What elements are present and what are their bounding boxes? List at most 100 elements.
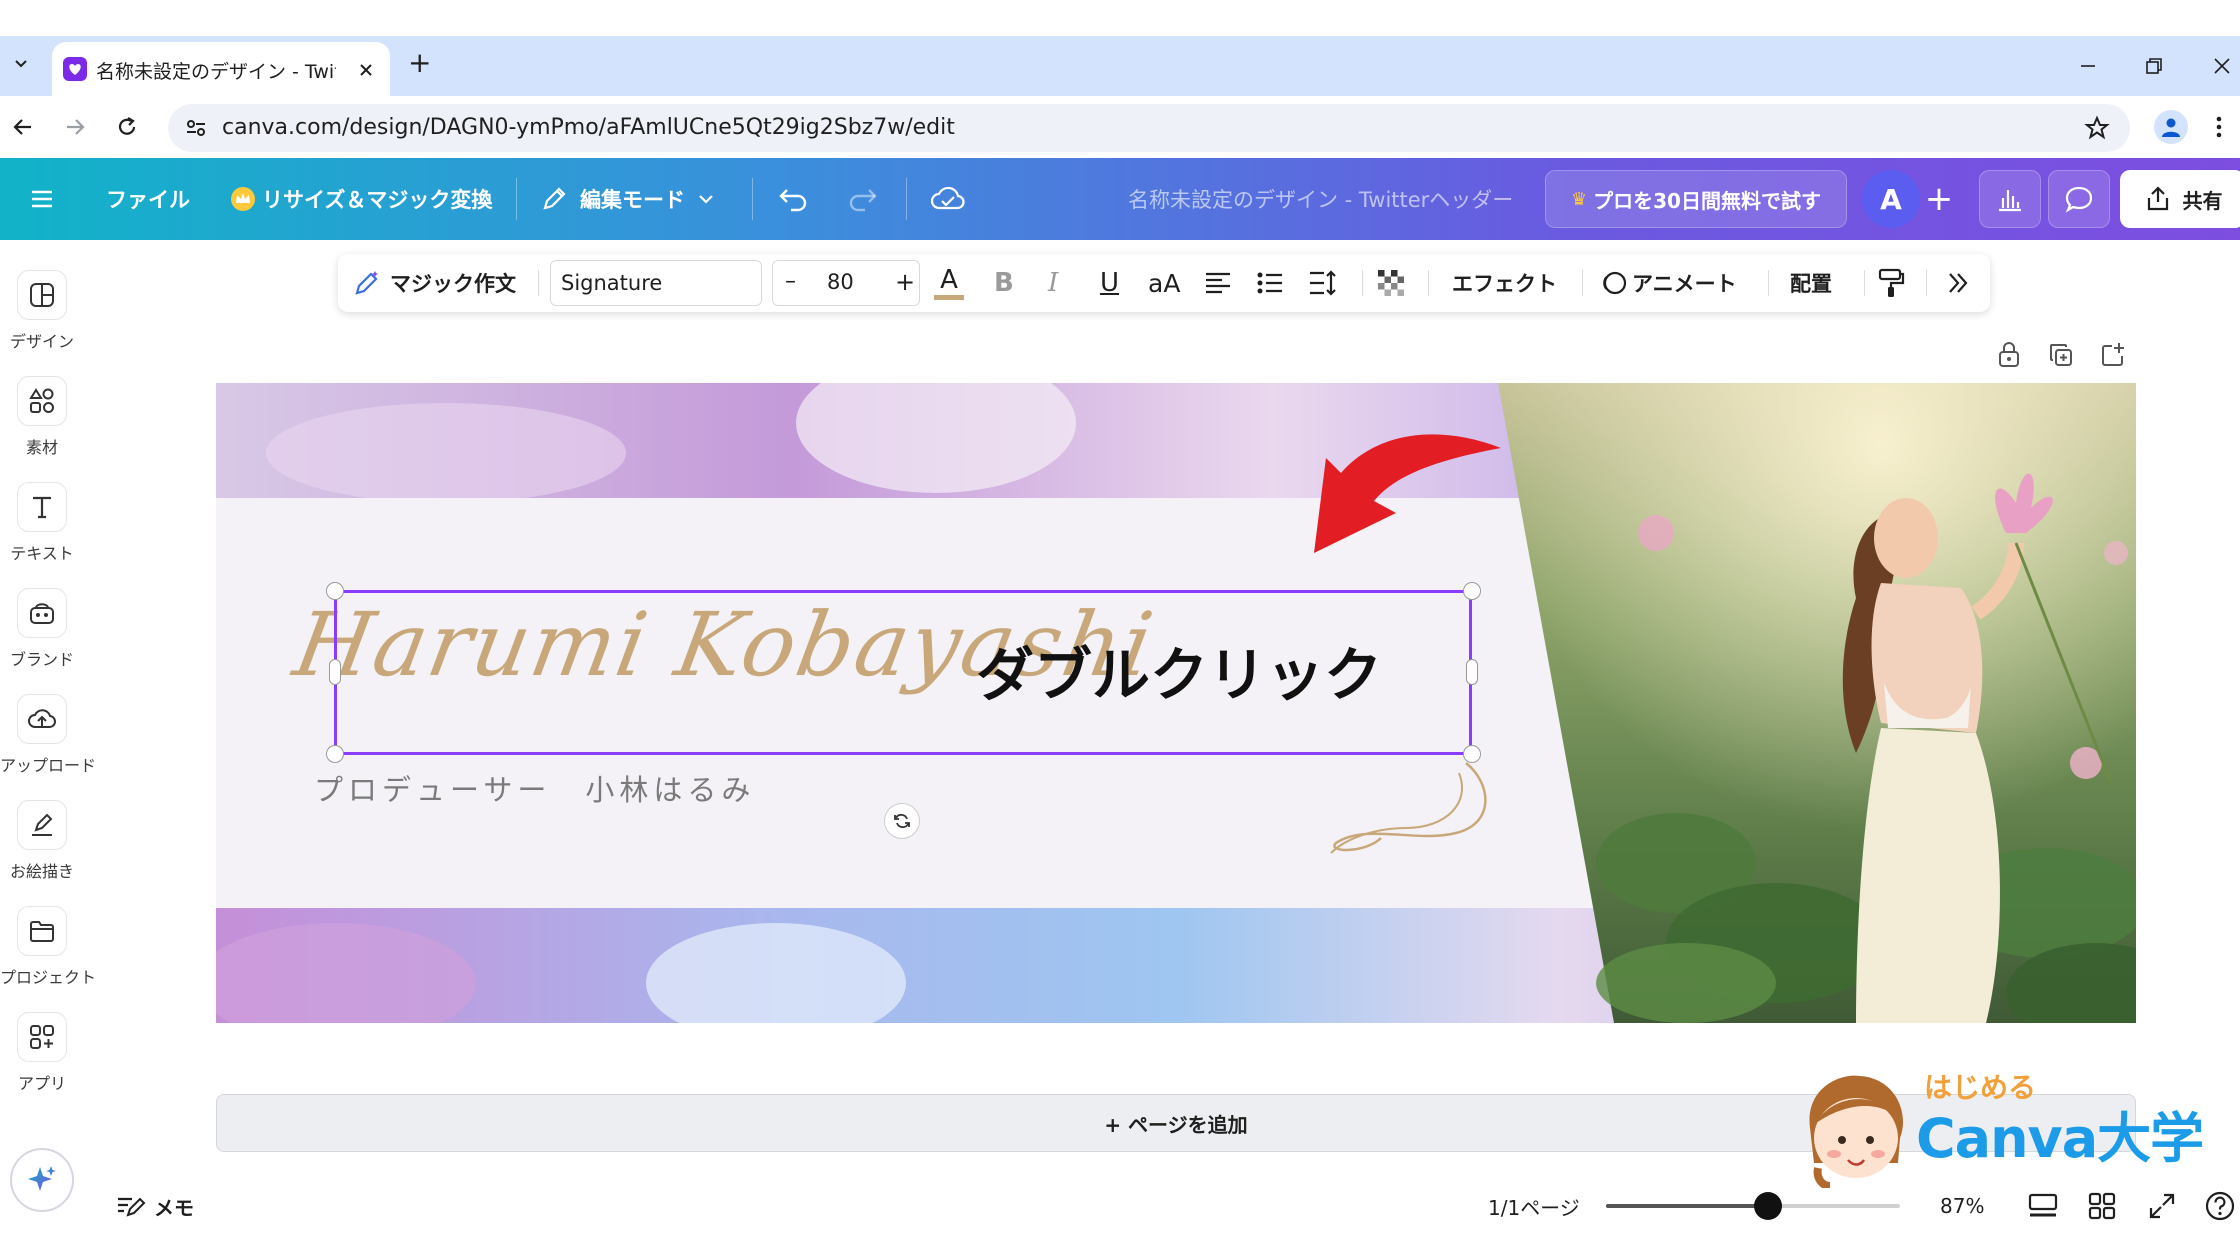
font-size-increase-button[interactable]: + <box>895 268 915 296</box>
new-tab-button[interactable]: + <box>408 46 431 79</box>
text-color-button[interactable]: A <box>934 254 964 312</box>
draw-icon <box>17 800 67 850</box>
zoom-slider-track[interactable] <box>1606 1192 1900 1220</box>
close-icon[interactable] <box>358 62 374 78</box>
magic-write-button[interactable]: マジック作文 <box>352 254 516 312</box>
toolbar-divider <box>1864 270 1865 296</box>
notes-button[interactable]: メモ <box>116 1186 194 1226</box>
share-label: 共有 <box>2182 188 2223 213</box>
undo-button[interactable] <box>776 158 810 240</box>
rail-item-draw[interactable]: お絵描き <box>0 800 84 900</box>
rail-item-elements[interactable]: 素材 <box>0 376 84 476</box>
rotate-handle[interactable] <box>884 803 920 839</box>
main-menu-button[interactable] <box>28 158 56 240</box>
file-menu-button[interactable]: ファイル <box>106 158 190 240</box>
help-button[interactable] <box>2204 1186 2236 1226</box>
reload-icon[interactable] <box>114 114 140 140</box>
position-button[interactable]: 配置 <box>1790 254 1832 312</box>
rail-item-design[interactable]: デザイン <box>0 270 84 370</box>
animate-label: アニメート <box>1632 272 1737 296</box>
window-close-icon[interactable] <box>2212 56 2232 76</box>
profile-icon[interactable] <box>2154 110 2188 144</box>
copy-style-button[interactable] <box>1876 254 1906 312</box>
document-title[interactable]: 名称未設定のデザイン - Twitterヘッダー <box>1128 158 1513 240</box>
font-size-decrease-button[interactable]: – <box>785 269 796 294</box>
resize-handle-bottom-right[interactable] <box>1463 745 1481 763</box>
grid-view-icon <box>2088 1192 2116 1220</box>
kebab-menu-icon[interactable] <box>2214 114 2224 140</box>
redo-button[interactable] <box>846 158 880 240</box>
bar-chart-icon <box>1999 190 2021 212</box>
rail-label: お絵描き <box>9 862 74 881</box>
transparency-button[interactable] <box>1376 254 1406 312</box>
text-color-label: A <box>940 264 958 295</box>
text-align-button[interactable] <box>1204 254 1232 312</box>
resize-magic-button[interactable]: リサイズ＆マジック変換 <box>230 158 492 240</box>
subtitle-text[interactable]: プロデューサー 小林はるみ <box>314 767 755 809</box>
resize-handle-right[interactable] <box>1466 659 1478 685</box>
spacing-button[interactable] <box>1308 254 1338 312</box>
bold-button[interactable]: B <box>994 254 1014 312</box>
grid-view-button[interactable] <box>2088 1186 2116 1226</box>
more-options-button[interactable] <box>1944 254 1972 312</box>
design-canvas[interactable]: Harumi Kobayashi プロデューサー 小林はるみ ダブルクリック <box>216 383 2136 1023</box>
animate-circle-icon <box>1603 271 1627 295</box>
crown-icon: ♛ <box>1571 188 1588 210</box>
lock-icon[interactable] <box>1996 340 2022 368</box>
double-chevron-right-icon <box>1949 273 1968 293</box>
notes-pen-icon <box>118 1197 146 1217</box>
browser-tab[interactable]: 名称未設定のデザイン - Twitterヘ <box>52 42 390 96</box>
site-settings-icon[interactable] <box>184 116 208 140</box>
transparency-checker-icon <box>1378 270 1404 296</box>
left-side-rail: デザイン 素材 テキスト ブランド アップロード お絵描き プロジェクト アプリ <box>0 240 96 1240</box>
comment-button[interactable] <box>2048 170 2110 228</box>
font-size-value[interactable]: 80 <box>827 270 854 294</box>
zoom-level[interactable]: 87% <box>1940 1186 1984 1226</box>
browser-address-bar: canva.com/design/DAGN0-ymPmo/aFAmlUCne5Q… <box>0 96 2240 158</box>
crown-icon <box>231 187 255 211</box>
resize-handle-bottom-left[interactable] <box>326 745 344 763</box>
back-arrow-icon[interactable] <box>10 114 36 140</box>
resize-handle-left[interactable] <box>329 659 341 685</box>
minimize-icon[interactable] <box>2078 56 2098 76</box>
pro-trial-button[interactable]: ♛ プロを30日間無料で試す <box>1545 170 1847 228</box>
thumbnail-view-button[interactable] <box>2028 1186 2058 1226</box>
resize-handle-top-right[interactable] <box>1463 582 1481 600</box>
save-status-button[interactable] <box>930 158 966 240</box>
bookmark-star-icon[interactable] <box>2084 115 2110 141</box>
url-text[interactable]: canva.com/design/DAGN0-ymPmo/aFAmlUCne5Q… <box>222 115 955 140</box>
insights-button[interactable] <box>1979 170 2041 228</box>
rail-item-apps[interactable]: アプリ <box>0 1012 84 1112</box>
bullet-list-button[interactable] <box>1256 254 1284 312</box>
fullscreen-button[interactable] <box>2148 1186 2176 1226</box>
rail-item-projects[interactable]: プロジェクト <box>0 906 96 1006</box>
forward-arrow-icon[interactable] <box>62 114 88 140</box>
duplicate-page-icon[interactable] <box>2048 342 2074 368</box>
resize-handle-top-left[interactable] <box>326 582 344 600</box>
share-button[interactable]: 共有 <box>2120 170 2240 228</box>
add-page-icon[interactable] <box>2100 340 2126 368</box>
zoom-slider-thumb[interactable] <box>1753 1192 1782 1220</box>
restore-icon[interactable] <box>2144 56 2164 76</box>
upload-icon <box>17 694 67 744</box>
letter-case-button[interactable]: aA <box>1148 254 1180 312</box>
header-divider <box>906 178 907 220</box>
edit-mode-button[interactable]: 編集モード <box>540 158 715 240</box>
url-omnibox[interactable]: canva.com/design/DAGN0-ymPmo/aFAmlUCne5Q… <box>168 104 2130 152</box>
font-family-select[interactable]: Signature <box>550 260 762 306</box>
zoom-slider-fill <box>1606 1204 1768 1208</box>
rail-item-upload[interactable]: アップロード <box>0 694 96 794</box>
animate-button[interactable]: アニメート <box>1600 254 1737 312</box>
user-avatar[interactable]: A <box>1862 170 1920 228</box>
effects-button[interactable]: エフェクト <box>1452 254 1557 312</box>
add-collaborator-button[interactable]: + <box>1920 170 1958 228</box>
underline-button[interactable]: U <box>1100 254 1119 312</box>
page-indicator[interactable]: 1/1ページ <box>1488 1186 1580 1226</box>
italic-button[interactable]: I <box>1048 254 1058 312</box>
rail-item-text[interactable]: テキスト <box>0 482 84 582</box>
rail-item-brand[interactable]: ブランド <box>0 588 84 688</box>
red-arrow-icon <box>1314 434 1501 553</box>
text-selection-box[interactable] <box>334 590 1472 755</box>
align-left-icon <box>1206 272 1230 294</box>
tab-search-button[interactable] <box>6 48 36 78</box>
